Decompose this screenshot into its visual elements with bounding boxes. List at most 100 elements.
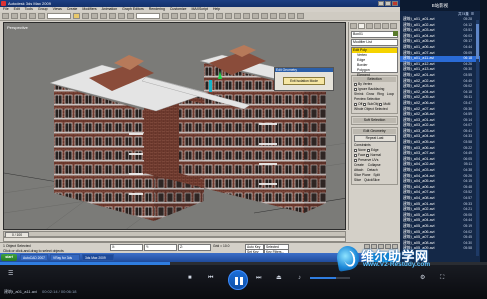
multi-radio[interactable] (379, 103, 383, 106)
playlist-item-name: 建筑t_a02_a03.avi (403, 84, 435, 89)
slice-button[interactable]: Slice (354, 178, 361, 183)
subobj-radio[interactable] (363, 103, 367, 106)
playlist-item-name: 建筑t_a04_a04.avi (403, 173, 435, 178)
maximize-button[interactable] (385, 1, 391, 6)
align-icon[interactable] (234, 13, 241, 19)
x-coordinate-field[interactable]: X: (110, 244, 143, 251)
hierarchy-tab-icon[interactable] (366, 23, 373, 29)
create-tab-icon[interactable] (350, 23, 357, 29)
exit-isolation-button[interactable]: Exit Isolation Mode (283, 77, 325, 85)
object-color-swatch[interactable] (393, 31, 398, 36)
open-file-icon[interactable]: ⏏ (276, 274, 282, 282)
watermark: 维尔助学网 www.V2-Restudy.com (335, 244, 477, 272)
snaps-toggle-icon[interactable] (180, 13, 187, 19)
repeat-last-button[interactable]: Repeat Last (353, 135, 396, 142)
playlist-scroll-thumb[interactable] (476, 24, 479, 59)
select-move-icon[interactable] (109, 13, 116, 19)
modify-tab-icon[interactable] (358, 23, 365, 29)
object-name-field[interactable]: Box01 (351, 31, 398, 38)
display-tab-icon[interactable] (382, 23, 389, 29)
playlist-item-name: 建筑t_a05_a02.avi (403, 207, 435, 212)
angle-snap-icon[interactable] (189, 13, 196, 19)
unlink-icon[interactable] (29, 13, 36, 19)
spinner-snap-icon[interactable] (207, 13, 214, 19)
by-vertex-checkbox[interactable] (354, 83, 357, 86)
loop-button[interactable]: Loop (387, 92, 394, 97)
redo-icon[interactable] (11, 13, 18, 19)
select-link-icon[interactable] (20, 13, 27, 19)
undo-icon[interactable] (2, 13, 9, 19)
stop-icon[interactable]: ■ (188, 274, 192, 282)
z-coordinate-field[interactable]: Z: (178, 244, 211, 251)
watermark-url: www.V2-Restudy.com (363, 261, 431, 268)
pivot-center-icon[interactable] (162, 13, 169, 19)
viewport-label[interactable]: Perspective (7, 25, 28, 30)
select-object-icon[interactable] (73, 13, 80, 19)
playlist-item-name: 建筑t_a04_a03.avi (403, 168, 435, 173)
none-radio[interactable] (354, 149, 357, 152)
face-radio[interactable] (354, 154, 357, 157)
playlist-item-name: 建筑t_a01_a05.avi (403, 39, 435, 44)
normal-radio[interactable] (366, 154, 370, 157)
rectangular-region-icon[interactable] (91, 13, 98, 19)
layer-manager-icon[interactable] (243, 13, 250, 19)
select-scale-icon[interactable] (127, 13, 134, 19)
taskbar-item[interactable]: AutoCAD 2007 (20, 254, 48, 261)
soft-selection-rollout: Soft Selection (351, 116, 398, 125)
modifier-stack[interactable]: Edit Poly Vertex Edge Border Polygon Element (351, 47, 398, 77)
pause-button[interactable] (228, 270, 248, 290)
grid-size-text: Grid = 10.0 (213, 244, 230, 248)
taskbar-item[interactable]: 3ds Max 2009 (82, 254, 114, 261)
playlist-item-name: 建筑t_a02_a07.avi (403, 106, 435, 111)
motion-tab-icon[interactable] (374, 23, 381, 29)
volume-slider[interactable] (310, 277, 350, 279)
start-button[interactable]: start (1, 254, 17, 261)
playlist-item-name: 建筑t_a04_a01.avi (403, 156, 435, 161)
off-radio[interactable] (354, 103, 357, 106)
mirror-icon[interactable] (225, 13, 232, 19)
select-by-name-icon[interactable] (82, 13, 89, 19)
playlist-item-name: 建筑t_a03_a04.avi (403, 134, 435, 139)
3dsmax-window: Autodesk 3ds Max 2009 File Edit Tools Group… (0, 0, 400, 267)
quick-render-icon[interactable] (297, 13, 304, 19)
bind-space-warp-icon[interactable] (38, 13, 45, 19)
curve-editor-icon[interactable] (252, 13, 259, 19)
edit-geometry-header[interactable]: Edit Geometry (353, 129, 396, 134)
main-toolbar (0, 12, 400, 21)
percent-snap-icon[interactable] (198, 13, 205, 19)
playlist-scrollbar[interactable] (476, 20, 479, 256)
edge-radio[interactable] (366, 149, 370, 152)
now-playing-title: 建筑t_a01_a11.avi (4, 289, 37, 294)
quickslice-button[interactable]: QuickSlice (364, 178, 380, 183)
schematic-view-icon[interactable] (261, 13, 268, 19)
selection-rollout: Selection By Vertex Ignore Backfacing Sh… (351, 75, 398, 114)
playlist-toggle-icon[interactable]: ☰ (8, 270, 13, 278)
render-frame-icon[interactable] (288, 13, 295, 19)
selection-filter-dropdown[interactable] (47, 13, 71, 19)
playlist-menu-icon[interactable]: ☰ (471, 12, 474, 16)
window-crossing-icon[interactable] (100, 13, 107, 19)
preserve-uvs-checkbox[interactable] (354, 159, 357, 162)
ignore-backfacing-checkbox[interactable] (354, 88, 357, 91)
reference-coordinate-dropdown[interactable] (136, 13, 160, 19)
soft-selection-header[interactable]: Soft Selection (353, 118, 396, 123)
close-button[interactable] (392, 1, 398, 6)
fullscreen-icon[interactable]: ⛶ (440, 274, 444, 282)
y-coordinate-field[interactable]: Y: (144, 244, 177, 251)
utilities-tab-icon[interactable] (390, 23, 397, 29)
perspective-viewport[interactable]: Perspective Edit Geometry Exit Isolation… (3, 22, 346, 230)
volume-icon[interactable]: ♪ (298, 274, 301, 282)
select-rotate-icon[interactable] (118, 13, 125, 19)
settings-icon[interactable]: ⚙ (420, 274, 425, 282)
material-editor-icon[interactable] (270, 13, 277, 19)
taskbar-item[interactable]: VRay for 3ds Max (50, 254, 80, 267)
select-manipulate-icon[interactable] (171, 13, 178, 19)
render-setup-icon[interactable] (279, 13, 286, 19)
previous-icon[interactable]: ⏮ (208, 274, 213, 282)
minimize-button[interactable] (378, 1, 384, 6)
next-icon[interactable]: ⏭ (256, 274, 261, 282)
modifier-list-dropdown[interactable]: Modifier List (351, 39, 398, 46)
playlist-item-name: 建筑t_a05_a06.avi (403, 229, 435, 234)
named-selection-icon[interactable] (216, 13, 223, 19)
playlist-item-name: 建筑t_a01_a06.avi (403, 44, 435, 49)
